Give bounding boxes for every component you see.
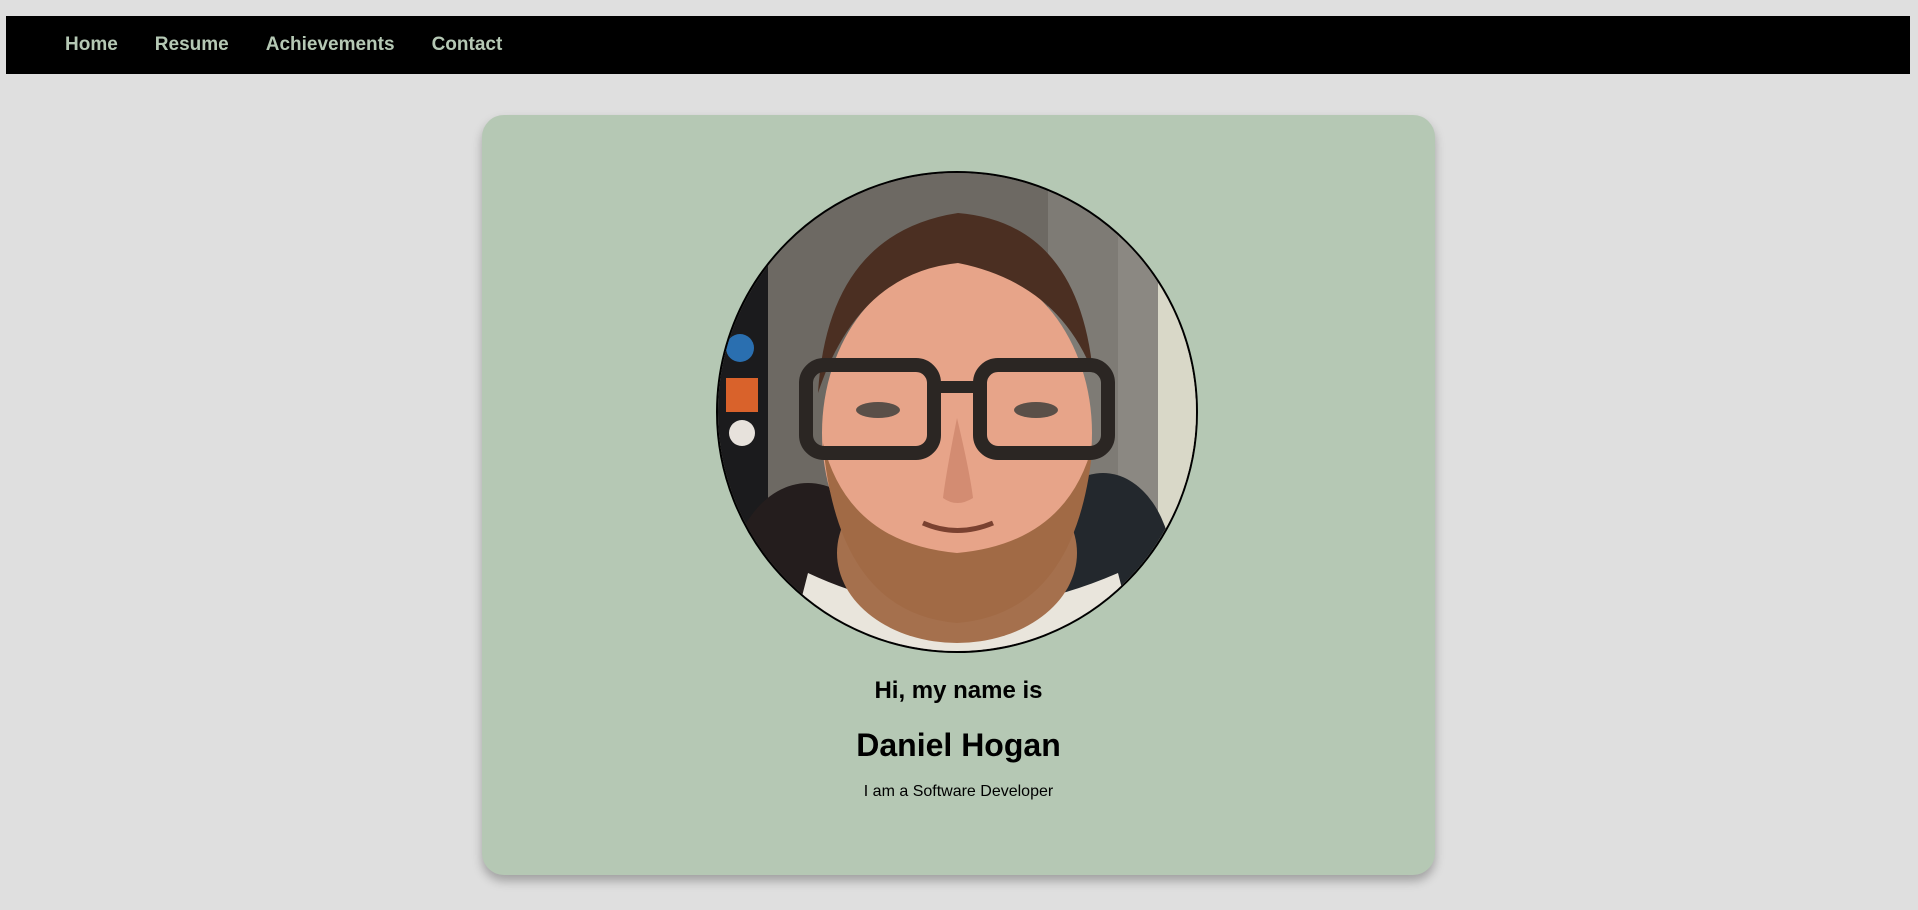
- profile-photo-illustration: [718, 173, 1196, 651]
- profile-name: Daniel Hogan: [856, 727, 1061, 763]
- nav-resume-link[interactable]: Resume: [155, 34, 229, 56]
- nav-contact-link[interactable]: Contact: [432, 34, 503, 56]
- profile-tagline: I am a Software Developer: [863, 783, 1054, 800]
- greeting-text: Hi, my name is: [874, 677, 1043, 704]
- profile-card: Hi, my name is Daniel Hogan I am a Softw…: [482, 115, 1435, 875]
- profile-photo: [716, 171, 1198, 653]
- top-navbar: Home Resume Achievements Contact: [6, 16, 1910, 74]
- nav-home-link[interactable]: Home: [65, 34, 118, 56]
- nav-achievements-link[interactable]: Achievements: [266, 34, 395, 56]
